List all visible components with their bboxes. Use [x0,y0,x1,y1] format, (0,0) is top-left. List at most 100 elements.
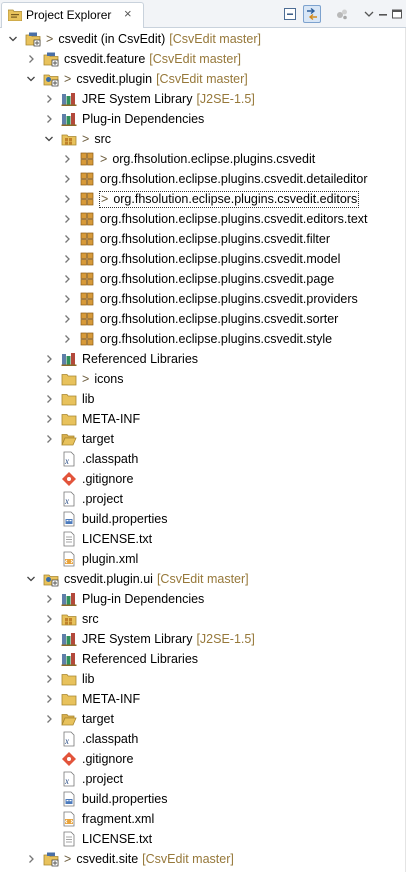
tree-row[interactable]: JRE System Library [J2SE-1.5] [0,629,406,649]
chevron-right-icon[interactable] [44,713,54,725]
chevron-right-icon[interactable] [62,313,72,325]
chevron-right-icon[interactable] [44,593,54,605]
collapse-all-button[interactable] [281,5,299,23]
tree-row[interactable]: org.fhsolution.eclipse.plugins.csvedit.f… [0,229,406,249]
tree-row[interactable]: plugin.xml [0,549,406,569]
tree-row[interactable]: META-INF [0,409,406,429]
tree-row-label: csvedit.plugin.ui [CsvEdit master] [64,572,249,587]
tree-row[interactable]: org.fhsolution.eclipse.plugins.csvedit.e… [0,209,406,229]
chevron-right-icon[interactable] [44,353,54,365]
chevron-right-icon[interactable] [44,413,54,425]
dirty-marker: > [64,852,72,866]
package-icon [80,172,94,186]
chevron-down-icon[interactable] [44,133,54,145]
project-explorer-tab[interactable]: Project Explorer × [1,2,144,28]
tree-row[interactable]: org.fhsolution.eclipse.plugins.csvedit.m… [0,249,406,269]
tree-row[interactable]: > csvedit.plugin [CsvEdit master] [0,69,406,89]
tree-row[interactable]: org.fhsolution.eclipse.plugins.csvedit.p… [0,269,406,289]
tree-row[interactable]: src [0,609,406,629]
tree-row[interactable]: LICENSE.txt [0,829,406,849]
link-with-editor-button[interactable] [303,5,321,23]
tree-row[interactable]: Plug-in Dependencies [0,109,406,129]
tree-row[interactable]: csvedit.plugin.ui [CsvEdit master] [0,569,406,589]
tree-row[interactable]: csvedit.feature [CsvEdit master] [0,49,406,69]
chevron-right-icon[interactable] [62,293,72,305]
chevron-down-icon[interactable] [26,573,36,585]
tree-row[interactable]: build.properties [0,789,406,809]
chevron-down-icon[interactable] [26,73,36,85]
chevron-right-icon[interactable] [62,253,72,265]
chevron-right-icon[interactable] [44,633,54,645]
tree-row[interactable]: > icons [0,369,406,389]
tree-row[interactable]: lib [0,389,406,409]
tree-row[interactable]: build.properties [0,509,406,529]
view-menu-extra-button[interactable] [333,5,351,23]
chevron-right-icon[interactable] [44,673,54,685]
tree-row[interactable]: org.fhsolution.eclipse.plugins.csvedit.s… [0,309,406,329]
tree-row[interactable]: target [0,429,406,449]
tree-row[interactable]: org.fhsolution.eclipse.plugins.csvedit.p… [0,289,406,309]
chevron-right-icon[interactable] [44,653,54,665]
tree-row[interactable]: > org.fhsolution.eclipse.plugins.csvedit.… [0,189,406,209]
library-icon [61,633,77,646]
chevron-down-icon[interactable] [8,33,18,45]
chevron-right-icon[interactable] [62,333,72,345]
chevron-right-icon[interactable] [62,193,72,205]
dirty-marker: > [82,372,90,386]
tree-row-label: org.fhsolution.eclipse.plugins.csvedit.d… [100,172,368,187]
tree-row[interactable]: target [0,709,406,729]
tree-row[interactable]: lib [0,669,406,689]
tree-row[interactable]: Referenced Libraries [0,349,406,369]
tree-row-label: csvedit.feature [CsvEdit master] [64,52,241,67]
tree-row[interactable]: x .classpath [0,729,406,749]
item-name: csvedit.plugin [76,72,153,86]
chevron-right-icon[interactable] [44,393,54,405]
tree-row-label: > org.fhsolution.eclipse.plugins.csvedit [100,152,315,167]
chevron-right-icon[interactable] [44,113,54,125]
tree-row[interactable]: > csvedit (in CsvEdit) [CsvEdit master] [0,29,406,49]
file-icon: x [63,771,75,787]
item-name: .classpath [82,452,139,466]
git-branch-decoration: [CsvEdit master] [142,852,234,866]
tree-row[interactable]: > src [0,129,406,149]
tree-row[interactable]: x .project [0,769,406,789]
tree-row[interactable]: > org.fhsolution.eclipse.plugins.csvedit [0,149,406,169]
tree-row[interactable]: .gitignore [0,469,406,489]
item-name: csvedit.feature [64,52,146,66]
chevron-right-icon[interactable] [62,153,72,165]
tree-row-label: Plug-in Dependencies [82,592,204,607]
tree-row[interactable]: JRE System Library [J2SE-1.5] [0,89,406,109]
tree-row[interactable]: org.fhsolution.eclipse.plugins.csvedit.d… [0,169,406,189]
chevron-right-icon[interactable] [44,693,54,705]
chevron-right-icon[interactable] [44,613,54,625]
chevron-right-icon[interactable] [62,273,72,285]
chevron-right-icon[interactable] [44,373,54,385]
tree-row[interactable]: LICENSE.txt [0,529,406,549]
maximize-button[interactable] [388,5,406,23]
close-icon[interactable]: × [124,6,132,21]
tree-row[interactable]: > csvedit.site [CsvEdit master] [0,849,406,869]
tree-row[interactable]: x .classpath [0,449,406,469]
chevron-right-icon[interactable] [44,433,54,445]
tree-row[interactable]: fragment.xml [0,809,406,829]
item-name: csvedit.site [76,852,139,866]
chevron-right-icon[interactable] [26,853,36,865]
tree-row[interactable]: x .project [0,489,406,509]
git-branch-decoration: [J2SE-1.5] [196,92,255,106]
chevron-right-icon[interactable] [26,53,36,65]
tree-row[interactable]: Plug-in Dependencies [0,589,406,609]
tree-row[interactable]: org.fhsolution.eclipse.plugins.csvedit.s… [0,329,406,349]
tree-row-label: LICENSE.txt [82,832,152,847]
svg-text:x: x [64,776,69,786]
maximize-icon [392,9,402,19]
item-name: org.fhsolution.eclipse.plugins.csvedit.p… [100,292,358,306]
chevron-right-icon[interactable] [62,173,72,185]
chevron-right-icon[interactable] [62,233,72,245]
chevron-right-icon[interactable] [44,93,54,105]
item-name: .gitignore [82,752,134,766]
tree-row[interactable]: .gitignore [0,749,406,769]
tree-row[interactable]: Referenced Libraries [0,649,406,669]
tree-row[interactable]: META-INF [0,689,406,709]
project-icon [25,32,41,47]
chevron-right-icon[interactable] [62,213,72,225]
